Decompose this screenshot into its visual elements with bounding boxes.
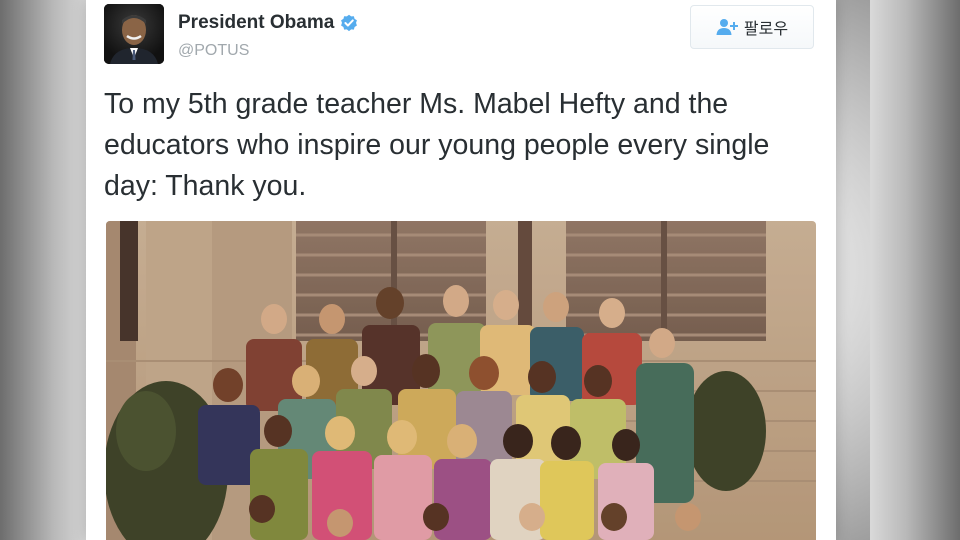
user-handle[interactable]: @POTUS: [178, 42, 249, 60]
avatar[interactable]: [104, 4, 164, 64]
tweet-card: President Obama @POTUS 팔로우 To my 5th gra…: [86, 0, 836, 540]
tweet-photo[interactable]: [106, 221, 816, 540]
right-vignette: [870, 0, 960, 540]
verified-badge-icon: [341, 14, 358, 32]
author-name-row: President Obama: [178, 12, 358, 34]
tweet-text: To my 5th grade teacher Ms. Mabel Hefty …: [104, 88, 770, 202]
left-vignette: [0, 0, 90, 540]
add-user-icon: [716, 19, 738, 35]
display-name[interactable]: President Obama: [178, 12, 334, 34]
follow-button-label: 팔로우: [743, 19, 789, 38]
follow-button[interactable]: 팔로우: [690, 5, 814, 49]
